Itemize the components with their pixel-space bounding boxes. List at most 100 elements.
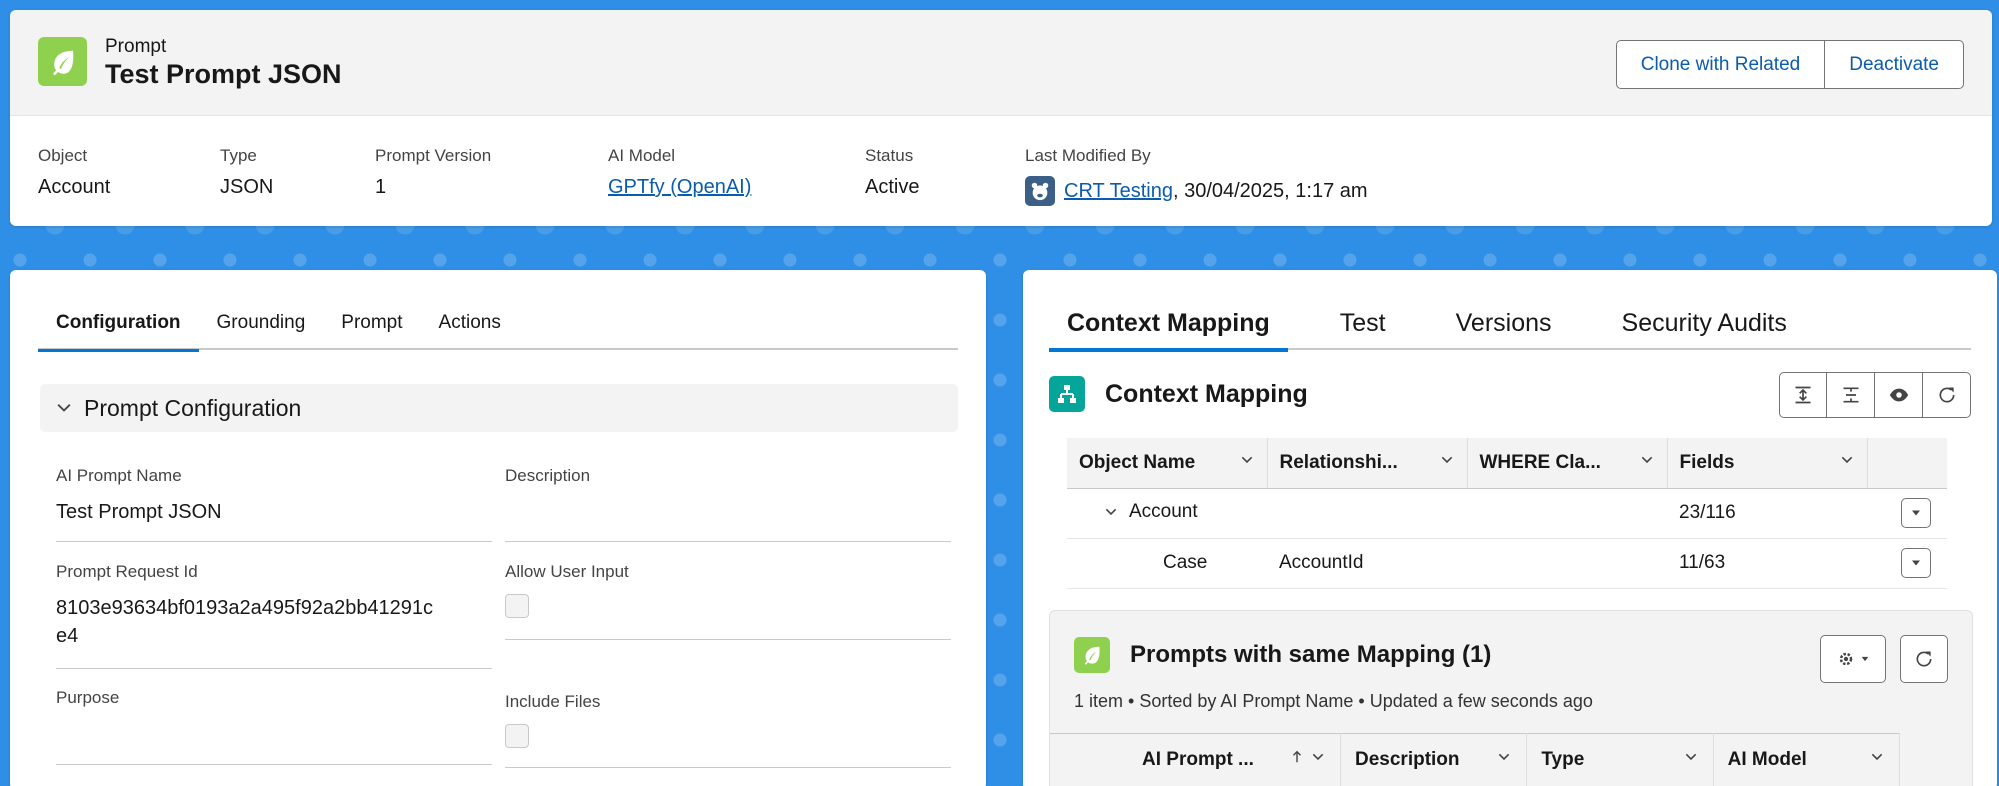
deactivate-button[interactable]: Deactivate xyxy=(1825,40,1964,89)
highlight-ai-model: AI Model GPTfy (OpenAI) xyxy=(608,146,751,199)
configuration-panel: Configuration Grounding Prompt Actions P… xyxy=(10,270,986,786)
avatar-bear-icon[interactable] xyxy=(1025,176,1055,206)
column-header[interactable]: Fields xyxy=(1667,438,1868,489)
field-label: AI Prompt Name xyxy=(56,466,182,485)
right-tabset: Context Mapping Test Versions Security A… xyxy=(1049,296,1971,352)
section-title: Prompt Configuration xyxy=(84,394,302,421)
column-header[interactable]: AI Prompt ... xyxy=(1050,733,1341,786)
highlight-object: Object Account xyxy=(38,146,110,199)
field-purpose: Purpose xyxy=(56,688,492,720)
related-prompts-table: AI Prompt ... Description Type AI Model xyxy=(1050,733,1901,786)
column-header[interactable]: AI Model xyxy=(1713,733,1901,786)
tab-actions[interactable]: Actions xyxy=(421,296,519,350)
related-list-title[interactable]: Prompts with same Mapping (1) xyxy=(1130,641,1491,669)
tab-prompt[interactable]: Prompt xyxy=(323,296,420,350)
tab-grounding[interactable]: Grounding xyxy=(199,296,324,350)
highlight-value: Active xyxy=(865,176,920,198)
fields-count: 23/116 xyxy=(1667,488,1867,539)
highlight-value: JSON xyxy=(220,176,274,198)
field-label: Prompt Request Id xyxy=(56,562,198,581)
field-label: Include Files xyxy=(505,692,601,711)
highlight-label: Type xyxy=(220,146,257,165)
field-include-files: Include Files xyxy=(505,692,941,748)
related-list-actions xyxy=(1820,635,1948,683)
include-files-checkbox[interactable] xyxy=(505,724,529,748)
object-type-label: Prompt xyxy=(105,36,167,57)
tab-test[interactable]: Test xyxy=(1322,296,1404,350)
highlight-label: Prompt Version xyxy=(375,146,492,165)
where-clause xyxy=(1467,488,1667,539)
allow-user-input-checkbox[interactable] xyxy=(505,594,529,618)
highlight-status: Status Active xyxy=(865,146,919,199)
gear-icon[interactable] xyxy=(1820,635,1886,683)
preview-icon[interactable] xyxy=(1875,372,1923,418)
leaf-icon xyxy=(1074,637,1110,673)
tab-versions[interactable]: Versions xyxy=(1438,296,1570,350)
field-ai-prompt-name: AI Prompt Name Test Prompt JSON xyxy=(56,466,492,526)
highlight-label: Status xyxy=(865,146,914,165)
last-modified-date: , 30/04/2025, 1:17 am xyxy=(1172,179,1368,202)
expand-all-icon[interactable] xyxy=(1779,372,1827,418)
row-action-button[interactable] xyxy=(1901,548,1931,578)
section-prompt-configuration[interactable]: Prompt Configuration xyxy=(40,384,958,432)
chevron-down-icon xyxy=(1683,749,1699,771)
leaf-icon xyxy=(38,37,87,86)
related-prompts-card: Prompts with same Mapping (1) 1 item • S… xyxy=(1049,610,1973,786)
divider xyxy=(505,639,951,640)
field-description: Description xyxy=(505,466,941,498)
collapse-all-icon[interactable] xyxy=(1827,372,1875,418)
divider xyxy=(56,541,492,542)
relationship xyxy=(1267,488,1467,539)
context-mapping-table: Object Name Relationshi... WHERE Cla... … xyxy=(1067,438,1947,589)
chevron-down-icon xyxy=(1639,452,1655,474)
chevron-down-icon xyxy=(1496,749,1512,771)
column-header-actions xyxy=(1867,438,1947,489)
sort-up-icon xyxy=(1290,749,1304,771)
highlight-label: AI Model xyxy=(608,146,676,165)
context-mapping-actions xyxy=(1779,372,1971,418)
tab-security-audits[interactable]: Security Audits xyxy=(1604,296,1805,350)
row-action-button[interactable] xyxy=(1901,498,1931,528)
column-header[interactable]: WHERE Cla... xyxy=(1467,438,1668,489)
header-top: Prompt Test Prompt JSON Clone with Relat… xyxy=(10,10,1992,116)
column-header[interactable]: Relationshi... xyxy=(1267,438,1468,489)
ai-model-link[interactable]: GPTfy (OpenAI) xyxy=(608,176,751,199)
chevron-down-icon[interactable] xyxy=(1103,504,1119,520)
column-header[interactable]: Description xyxy=(1340,733,1528,786)
column-header[interactable]: Object Name xyxy=(1067,438,1268,489)
related-list-subtitle: 1 item • Sorted by AI Prompt Name • Upda… xyxy=(1074,691,1593,711)
column-header[interactable]: Type xyxy=(1526,733,1714,786)
divider xyxy=(56,764,492,765)
clone-with-related-button[interactable]: Clone with Related xyxy=(1615,40,1826,89)
highlight-last-modified: Last Modified By CRT Testing , 30/04/202… xyxy=(1025,146,1368,206)
tab-context-mapping[interactable]: Context Mapping xyxy=(1049,296,1288,352)
chevron-down-icon xyxy=(54,398,74,418)
field-label: Description xyxy=(505,466,591,485)
refresh-icon[interactable] xyxy=(1900,635,1948,683)
divider xyxy=(56,668,492,669)
table-row: Case AccountId 11/63 xyxy=(1067,538,1947,589)
highlights-panel: Object Account Type JSON Prompt Version … xyxy=(10,116,1992,226)
tab-configuration[interactable]: Configuration xyxy=(38,296,199,352)
field-prompt-request-id: Prompt Request Id 8103e93634bf0193a2a495… xyxy=(56,562,492,650)
highlight-label: Last Modified By xyxy=(1025,146,1151,165)
fields-count: 11/63 xyxy=(1667,538,1867,589)
record-header: Prompt Test Prompt JSON Clone with Relat… xyxy=(10,10,1992,226)
hierarchy-icon xyxy=(1049,376,1085,412)
table-row: Account 23/116 xyxy=(1067,488,1947,539)
field-label: Purpose xyxy=(56,688,120,707)
field-label: Allow User Input xyxy=(505,562,629,581)
where-clause xyxy=(1467,538,1667,589)
highlight-value: Account xyxy=(38,176,111,198)
highlight-label: Object xyxy=(38,146,88,165)
left-tabset: Configuration Grounding Prompt Actions xyxy=(38,296,958,352)
refresh-icon[interactable] xyxy=(1923,372,1971,418)
context-panel: Context Mapping Test Versions Security A… xyxy=(1023,270,1997,786)
page-title: Test Prompt JSON xyxy=(105,59,342,89)
highlight-value: 1 xyxy=(375,176,387,198)
last-modified-user-link[interactable]: CRT Testing xyxy=(1064,180,1173,203)
highlight-prompt-version: Prompt Version 1 xyxy=(375,146,491,199)
divider xyxy=(505,767,951,768)
chevron-down-icon xyxy=(1239,452,1255,474)
chevron-down-icon xyxy=(1310,749,1326,771)
